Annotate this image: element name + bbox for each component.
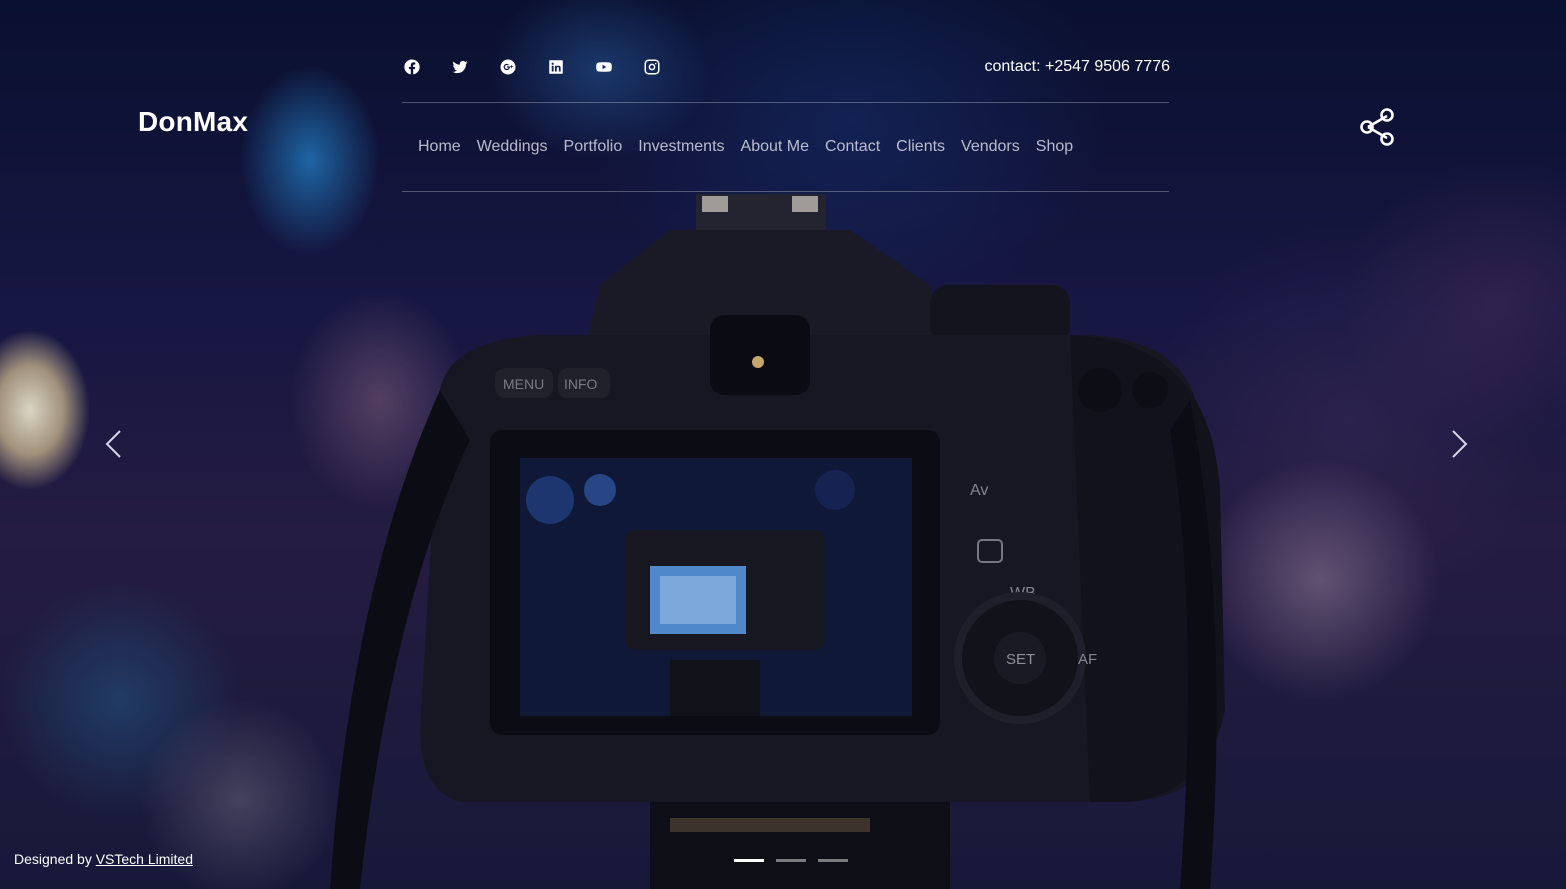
header-divider-top [402,102,1169,103]
credit-prefix: Designed by [14,851,96,867]
linkedin-icon[interactable] [546,57,566,77]
youtube-icon[interactable] [594,57,614,77]
carousel-indicator-3[interactable] [818,859,848,862]
hero-slideshow: MENU INFO Av WB SET AF [0,0,1566,889]
instagram-icon[interactable] [642,57,662,77]
nav-item-about-me[interactable]: About Me [733,136,817,158]
credit-link[interactable]: VSTech Limited [96,851,193,867]
nav-item-clients[interactable]: Clients [888,136,953,158]
brand-logo[interactable]: DonMax [138,106,248,138]
top-bar: contact: +2547 9506 7776 [402,54,1170,80]
carousel-indicator-1[interactable] [734,859,764,862]
carousel-prev-button[interactable] [100,426,130,462]
carousel-indicator-2[interactable] [776,859,806,862]
nav-item-investments[interactable]: Investments [630,136,732,158]
nav-item-portfolio[interactable]: Portfolio [556,136,631,158]
footer-credit: Designed by VSTech Limited [14,851,193,867]
google-plus-icon[interactable] [498,57,518,77]
nav-item-vendors[interactable]: Vendors [953,136,1028,158]
nav-item-home[interactable]: Home [410,136,469,158]
header-divider-bottom [402,191,1169,192]
facebook-icon[interactable] [402,57,422,77]
contact-phone: contact: +2547 9506 7776 [984,58,1171,75]
chevron-left-icon [105,430,121,458]
carousel-indicators [734,859,860,862]
share-icon [1360,108,1394,146]
chevron-right-icon [1452,430,1468,458]
main-navigation: Home Weddings Portfolio Investments Abou… [410,136,1081,158]
nav-item-contact[interactable]: Contact [817,136,888,158]
nav-item-shop[interactable]: Shop [1028,136,1081,158]
share-button[interactable] [1358,106,1398,148]
nav-item-weddings[interactable]: Weddings [469,136,556,158]
twitter-icon[interactable] [450,57,470,77]
carousel-next-button[interactable] [1443,426,1473,462]
